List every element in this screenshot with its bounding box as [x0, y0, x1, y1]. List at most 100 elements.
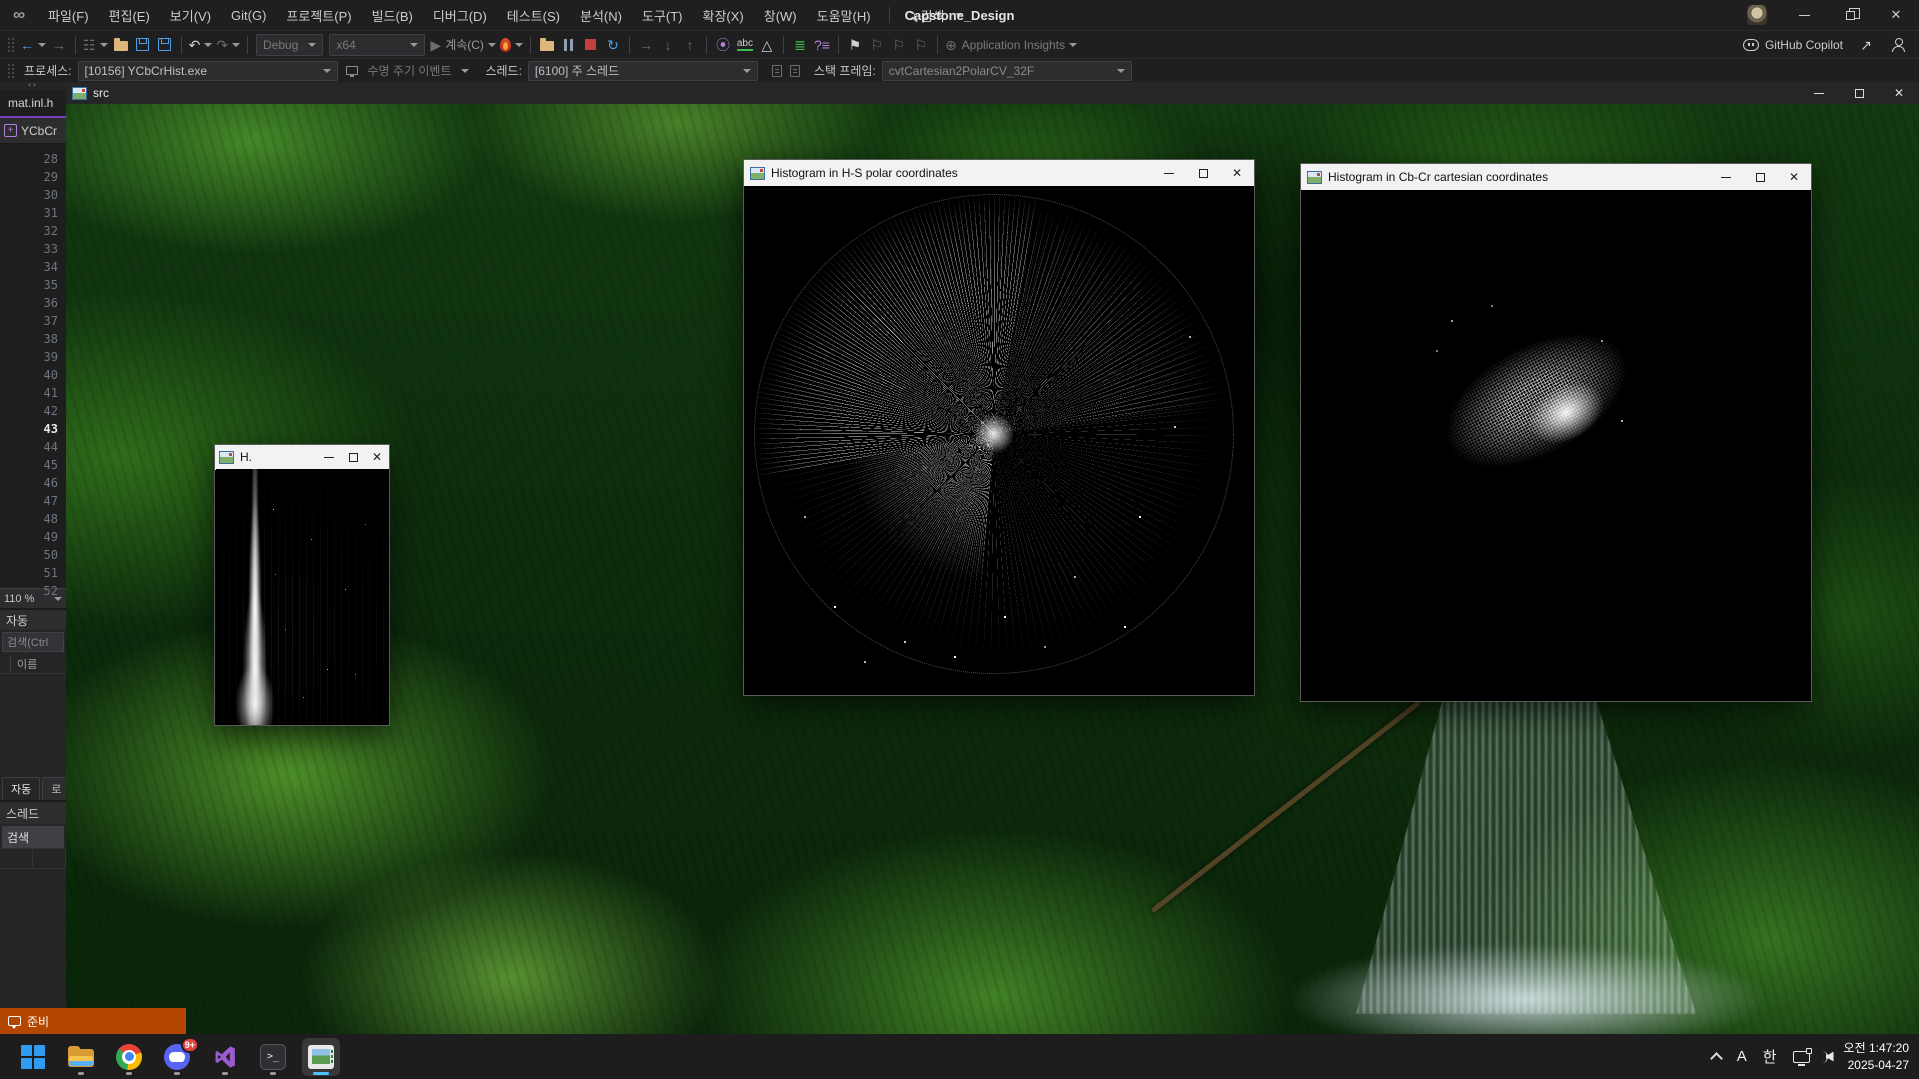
navigate-forward-button[interactable]: → — [48, 34, 70, 56]
polar-close-button[interactable]: ✕ — [1220, 160, 1254, 186]
menu-item[interactable]: 확장(X) — [693, 0, 754, 30]
select-cursor-button[interactable]: △ — [756, 34, 778, 56]
hs-minimize-button[interactable] — [317, 445, 341, 469]
threads-grid — [0, 848, 66, 958]
hot-reload-button[interactable] — [498, 34, 525, 56]
hidden-icons-chevron[interactable] — [1710, 1052, 1723, 1065]
terminal-button[interactable]: >_ — [254, 1038, 292, 1076]
find-symbol-button[interactable]: ?≡ — [811, 34, 833, 56]
attach-process-button[interactable] — [536, 34, 558, 56]
polar-titlebar[interactable]: Histogram in H-S polar coordinates ✕ — [744, 160, 1254, 186]
solution-configuration-combo[interactable]: Debug — [256, 34, 323, 56]
cartesian-titlebar[interactable]: Histogram in Cb-Cr cartesian coordinates… — [1301, 164, 1811, 190]
discord-button[interactable]: 9+ — [158, 1038, 196, 1076]
stack-down-icon[interactable] — [772, 65, 782, 77]
app-insights-button[interactable]: ⊕ Application Insights — [943, 34, 1079, 56]
start-button[interactable] — [14, 1038, 52, 1076]
polar-minimize-button[interactable] — [1152, 160, 1186, 186]
cartesian-minimize-button[interactable] — [1709, 164, 1743, 190]
opencv-app-button[interactable] — [302, 1038, 340, 1076]
new-item-button[interactable]: ☷ — [81, 34, 110, 56]
vs-close-button[interactable]: ✕ — [1873, 0, 1919, 30]
search-panel-tab[interactable]: 검색 — [2, 826, 64, 848]
cartesian-maximize-button[interactable] — [1743, 164, 1777, 190]
share-button[interactable]: ↗ — [1855, 34, 1877, 56]
vs-minimize-button[interactable] — [1781, 0, 1827, 30]
hs-histogram-titlebar[interactable]: H. ✕ — [215, 445, 389, 469]
stop-debugging-button[interactable] — [580, 34, 602, 56]
editor-tab-ycbcr[interactable]: + YCbCr — [0, 118, 66, 144]
src-close-button[interactable]: ✕ — [1879, 82, 1919, 104]
src-restore-button[interactable] — [1839, 82, 1879, 104]
tab-autos[interactable]: 자동 — [2, 777, 40, 800]
prev-bookmark-button[interactable]: ⚐ — [866, 34, 888, 56]
autos-search-input[interactable]: 검색(Ctrl — [2, 632, 64, 652]
feedback-button[interactable] — [1887, 34, 1909, 56]
show-threads-button[interactable]: abc — [734, 34, 756, 56]
polar-maximize-button[interactable] — [1186, 160, 1220, 186]
solution-platform-combo[interactable]: x64 — [329, 34, 425, 56]
toolbar-grip[interactable] — [7, 37, 15, 53]
editor-tab-matinlh[interactable]: mat.inl.h — [0, 90, 66, 118]
stack-up-icon[interactable] — [790, 65, 800, 77]
lifecycle-events-button[interactable]: 수명 주기 이벤트 — [368, 62, 452, 79]
thread-combo[interactable]: [6100] 주 스레드 — [528, 61, 758, 81]
menu-item[interactable]: 파일(F) — [38, 0, 99, 30]
src-titlebar[interactable]: src ✕ — [66, 82, 1919, 104]
file-explorer-button[interactable] — [62, 1038, 100, 1076]
ime-english-indicator[interactable]: A — [1737, 1048, 1747, 1065]
break-all-button[interactable] — [558, 34, 580, 56]
menu-item[interactable]: 디버그(D) — [423, 0, 497, 30]
hs-maximize-button[interactable] — [341, 445, 365, 469]
src-minimize-button[interactable] — [1799, 82, 1839, 104]
menu-item[interactable]: 도움말(H) — [807, 0, 881, 30]
hs-close-button[interactable]: ✕ — [365, 445, 389, 469]
ime-korean-indicator[interactable]: 한 — [1763, 1046, 1777, 1067]
undo-button[interactable]: ↶ — [187, 34, 215, 56]
show-next-statement-button[interactable]: ⦿ — [712, 34, 734, 56]
toggle-bookmark-button[interactable]: ⚑ — [844, 34, 866, 56]
globe-icon: ⊕ — [945, 38, 957, 52]
step-out-button[interactable]: ↑ — [679, 34, 701, 56]
profile-avatar[interactable] — [1747, 5, 1767, 25]
next-bookmark-button[interactable]: ⚐ — [888, 34, 910, 56]
menu-item[interactable]: 프로젝트(P) — [276, 0, 361, 30]
debug-location-bar: 프로세스: [10156] YCbCrHist.exe 수명 주기 이벤트 스레… — [0, 58, 1919, 82]
chrome-button[interactable] — [110, 1038, 148, 1076]
main-menu: 파일(F)편집(E)보기(V)Git(G)프로젝트(P)빌드(B)디버그(D)테… — [38, 0, 881, 30]
continue-button[interactable]: ▶ 계속(C) — [428, 34, 498, 56]
process-combo[interactable]: [10156] YCbCrHist.exe — [78, 61, 338, 81]
tab-locals[interactable]: 로 — [42, 777, 66, 800]
threads-panel-title[interactable]: 스레드 — [0, 800, 66, 824]
volume-button[interactable] — [1826, 1051, 1828, 1063]
menu-item[interactable]: 테스트(S) — [497, 0, 570, 30]
navigate-back-button[interactable]: ← — [18, 34, 48, 56]
visual-studio-button[interactable] — [206, 1038, 244, 1076]
restart-button[interactable]: ↻ — [602, 34, 624, 56]
taskbar-clock[interactable]: 오전 1:47:20 2025-04-27 — [1844, 1040, 1909, 1072]
redo-button[interactable]: ↷ — [214, 34, 242, 56]
task-list-button[interactable]: ≣ — [789, 34, 811, 56]
github-copilot-button[interactable]: GitHub Copilot — [1741, 34, 1845, 56]
folder-icon — [114, 41, 128, 51]
step-into-button[interactable]: ↓ — [657, 34, 679, 56]
menu-item[interactable]: 창(W) — [754, 0, 807, 30]
menu-item[interactable]: Git(G) — [221, 0, 276, 30]
stack-frame-combo[interactable]: cvtCartesian2PolarCV_32F — [882, 61, 1132, 81]
clear-bookmarks-button[interactable]: ⚐ — [910, 34, 932, 56]
debugbar-grip[interactable] — [7, 63, 15, 79]
line-number: 40 — [0, 366, 58, 384]
menu-item[interactable]: 도구(T) — [632, 0, 693, 30]
step-over-button[interactable]: → — [635, 34, 657, 56]
menu-item[interactable]: 분석(N) — [570, 0, 632, 30]
menu-item[interactable]: 편집(E) — [99, 0, 160, 30]
cartesian-close-button[interactable]: ✕ — [1777, 164, 1811, 190]
save-all-button[interactable] — [154, 34, 176, 56]
menu-item[interactable]: 보기(V) — [160, 0, 221, 30]
open-folder-button[interactable] — [110, 34, 132, 56]
network-icon[interactable] — [1793, 1051, 1810, 1063]
vs-restore-button[interactable] — [1827, 0, 1873, 30]
menu-item[interactable]: 빌드(B) — [362, 0, 423, 30]
save-button[interactable] — [132, 34, 154, 56]
autos-name-column-header[interactable]: 이름 — [0, 654, 66, 674]
